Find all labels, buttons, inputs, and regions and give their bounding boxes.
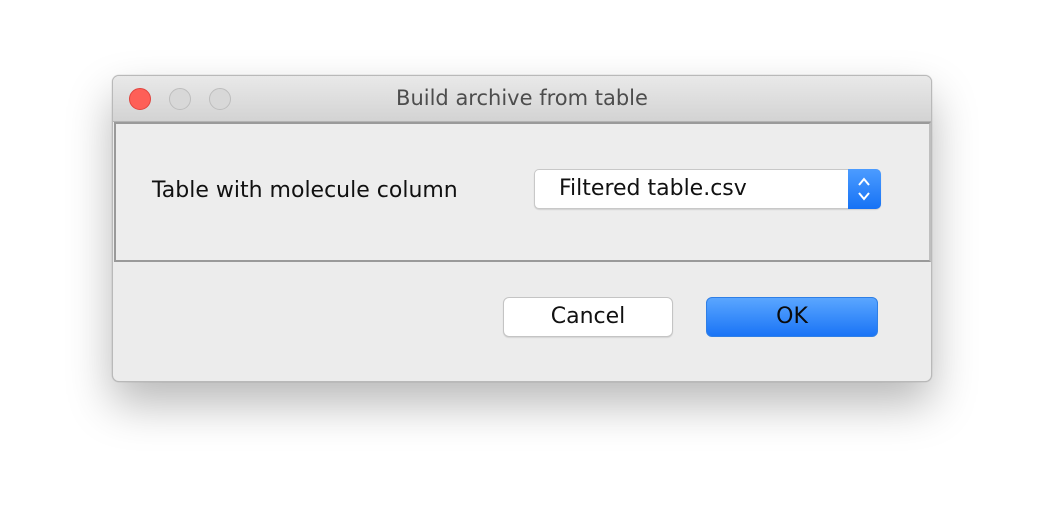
chevron-up-down-icon bbox=[858, 177, 870, 201]
ok-button[interactable]: OK bbox=[706, 297, 878, 337]
table-select[interactable]: Filtered table.csv bbox=[534, 169, 881, 209]
cancel-button[interactable]: Cancel bbox=[503, 297, 673, 337]
window-title: Build archive from table bbox=[396, 86, 648, 110]
dialog-window: Build archive from table Table with mole… bbox=[112, 75, 932, 382]
form-panel: Table with molecule column Filtered tabl… bbox=[114, 122, 931, 262]
select-stepper[interactable] bbox=[848, 169, 881, 209]
title-bar[interactable]: Build archive from table bbox=[113, 76, 931, 122]
table-select-value: Filtered table.csv bbox=[559, 176, 747, 201]
table-select-label: Table with molecule column bbox=[152, 178, 458, 203]
